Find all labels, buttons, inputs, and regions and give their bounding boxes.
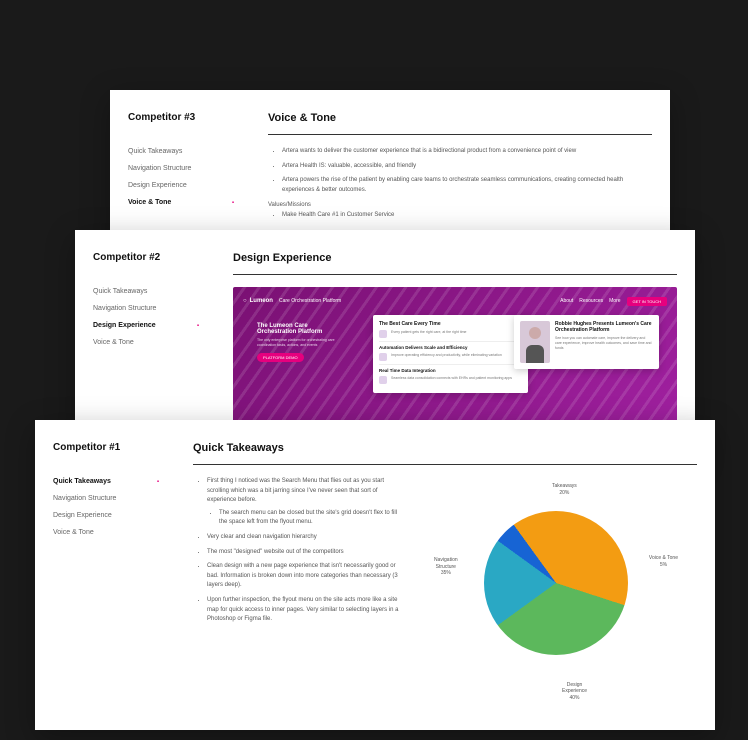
nav-navigation-structure[interactable]: Navigation Structure <box>128 160 238 177</box>
pie-chart: Takeaways20% Voice & Tone5% DesignExperi… <box>417 477 697 707</box>
video-panel: Robbie Hughes Presents Lumeon's Care Orc… <box>514 315 659 369</box>
nav-link: More <box>609 298 620 304</box>
sidebar-title: Competitor #3 <box>128 112 238 123</box>
sidebar-title: Competitor #2 <box>93 252 203 263</box>
pie-label-takeaways: Takeaways20% <box>552 483 577 496</box>
feature-line: Improve operating efficiency and product… <box>391 353 502 359</box>
section-heading: Design Experience <box>233 252 677 264</box>
divider <box>268 134 652 135</box>
competitor-card-1: Competitor #1 Quick Takeaways Navigation… <box>35 420 715 730</box>
nav-link: About <box>560 298 573 304</box>
cta-button: GET IN TOUCH <box>627 297 667 306</box>
main-content: Quick Takeaways First thing I noticed wa… <box>175 420 715 730</box>
bullet-item: Artera powers the rise of the patient by… <box>282 176 652 195</box>
bullet-item: Artera Health IS: valuable, accessible, … <box>282 162 652 172</box>
sidebar-title: Competitor #1 <box>53 442 163 453</box>
features-panel: The Best Care Every Time Every patient g… <box>373 315 528 393</box>
pie-label-design: DesignExperience40% <box>562 682 587 702</box>
nav-design-experience[interactable]: Design Experience <box>53 507 163 524</box>
sub-bullet-item: The search menu can be closed but the si… <box>219 509 403 528</box>
nav-voice-tone[interactable]: Voice & Tone <box>128 194 238 211</box>
design-screenshot: Lumeon Care Orchestration Platform About… <box>233 287 677 427</box>
sidebar: Competitor #1 Quick Takeaways Navigation… <box>35 420 175 730</box>
video-desc: See how you can automate care, improve t… <box>555 336 653 351</box>
pie-label-nav: NavigationStructure35% <box>434 557 458 577</box>
hero-title: The Lumeon Care Orchestration Platform <box>257 323 345 335</box>
nav-link: Care Orchestration Platform <box>279 298 341 304</box>
nav-voice-tone[interactable]: Voice & Tone <box>93 334 203 351</box>
sidebar-nav: Quick Takeaways Navigation Structure Des… <box>53 473 163 541</box>
sidebar-nav: Quick Takeaways Navigation Structure Des… <box>93 283 203 351</box>
nav-quick-takeaways[interactable]: Quick Takeaways <box>93 283 203 300</box>
video-title: Robbie Hughes Presents Lumeon's Care Orc… <box>555 321 653 333</box>
demo-button: PLATFORM DEMO <box>257 353 304 362</box>
bullet-item: Make Health Care #1 in Customer Service <box>282 211 652 221</box>
bullet-list: First thing I noticed was the Search Men… <box>193 477 403 707</box>
pie-label-voice: Voice & Tone5% <box>649 555 678 568</box>
sidebar-nav: Quick Takeaways Navigation Structure Des… <box>128 143 238 211</box>
section-heading: Quick Takeaways <box>193 442 697 454</box>
nav-quick-takeaways[interactable]: Quick Takeaways <box>128 143 238 160</box>
bullet-item: Artera wants to deliver the customer exp… <box>282 147 652 157</box>
bullet-item: Upon further inspection, the flyout menu… <box>207 596 403 625</box>
bullet-list: Artera wants to deliver the customer exp… <box>268 147 652 221</box>
bullet-item: First thing I noticed was the Search Men… <box>207 477 403 528</box>
section-heading: Voice & Tone <box>268 112 652 124</box>
feature-line: Seamless data consolidation connects wit… <box>391 376 512 382</box>
hero-panel: The Lumeon Care Orchestration Platform T… <box>251 317 351 368</box>
divider <box>193 464 697 465</box>
brand-logo: Lumeon <box>243 298 273 304</box>
feature-title: Real Time Data Integration <box>379 368 522 373</box>
screenshot-nav: Lumeon Care Orchestration Platform About… <box>243 295 667 307</box>
avatar <box>520 321 550 363</box>
hero-sub: The only enterprise platform for orchest… <box>257 338 345 348</box>
nav-navigation-structure[interactable]: Navigation Structure <box>53 490 163 507</box>
nav-design-experience[interactable]: Design Experience <box>93 317 203 334</box>
nav-link: Resources <box>579 298 603 304</box>
divider <box>233 274 677 275</box>
nav-design-experience[interactable]: Design Experience <box>128 177 238 194</box>
feature-title: Automation Delivers Scale and Efficiency <box>379 345 522 350</box>
values-missions-label: Values/Missions <box>268 201 652 211</box>
nav-voice-tone[interactable]: Voice & Tone <box>53 524 163 541</box>
bullet-item: Very clear and clean navigation hierarch… <box>207 533 403 543</box>
bullet-item: Clean design with a new page experience … <box>207 562 403 591</box>
feature-line: Every patient gets the right care, at th… <box>391 330 466 336</box>
bullet-item: The most "designed" website out of the c… <box>207 548 403 558</box>
nav-quick-takeaways[interactable]: Quick Takeaways <box>53 473 163 490</box>
nav-navigation-structure[interactable]: Navigation Structure <box>93 300 203 317</box>
feature-title: The Best Care Every Time <box>379 321 522 327</box>
